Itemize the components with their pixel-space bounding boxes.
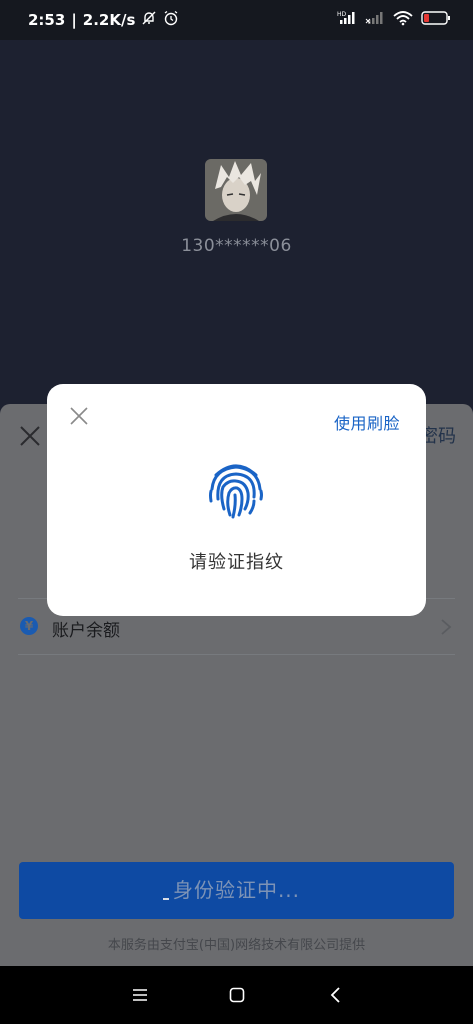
menu-icon[interactable] [131, 986, 149, 1004]
system-navigation-bar [0, 966, 473, 1024]
status-left: 2:53 | 2.2K/s [28, 10, 179, 30]
svg-text:HD: HD [337, 11, 347, 18]
service-provider-note: 本服务由支付宝(中国)网络技术有限公司提供 [107, 938, 366, 953]
avatar [205, 159, 267, 221]
wifi-icon [393, 10, 413, 30]
masked-phone-number: 130******06 [181, 236, 292, 256]
fingerprint-dialog: 使用刷脸 请验证指纹 [47, 384, 426, 616]
back-icon[interactable] [327, 986, 345, 1004]
status-separator: | [71, 11, 77, 29]
signal-icon [365, 10, 385, 30]
yuan-icon: ¥ [20, 617, 38, 635]
dialog-close-icon[interactable] [69, 406, 89, 426]
status-time: 2:53 [28, 11, 66, 29]
battery-icon [421, 10, 451, 30]
account-header [0, 40, 473, 404]
verify-fingerprint-message: 请验证指纹 [189, 552, 284, 573]
verifying-button-label: 身份验证中... [172, 878, 301, 902]
home-icon[interactable] [228, 986, 246, 1004]
sheet-close-icon[interactable] [18, 424, 42, 448]
fingerprint-icon [204, 457, 268, 521]
use-face-auth-link[interactable]: 使用刷脸 [334, 410, 400, 434]
chevron-right-icon [439, 618, 453, 636]
loading-indicator [163, 898, 169, 900]
verifying-button[interactable]: 身份验证中... [19, 862, 454, 919]
alarm-icon [163, 10, 179, 30]
notifications-off-icon [141, 10, 157, 30]
status-right: HD [337, 10, 451, 30]
hd-signal-icon: HD [337, 10, 357, 30]
status-net-speed: 2.2K/s [82, 11, 136, 29]
divider [18, 654, 455, 655]
payment-method-label: 账户余额 [52, 621, 120, 641]
status-bar: 2:53 | 2.2K/s HD [0, 0, 473, 40]
